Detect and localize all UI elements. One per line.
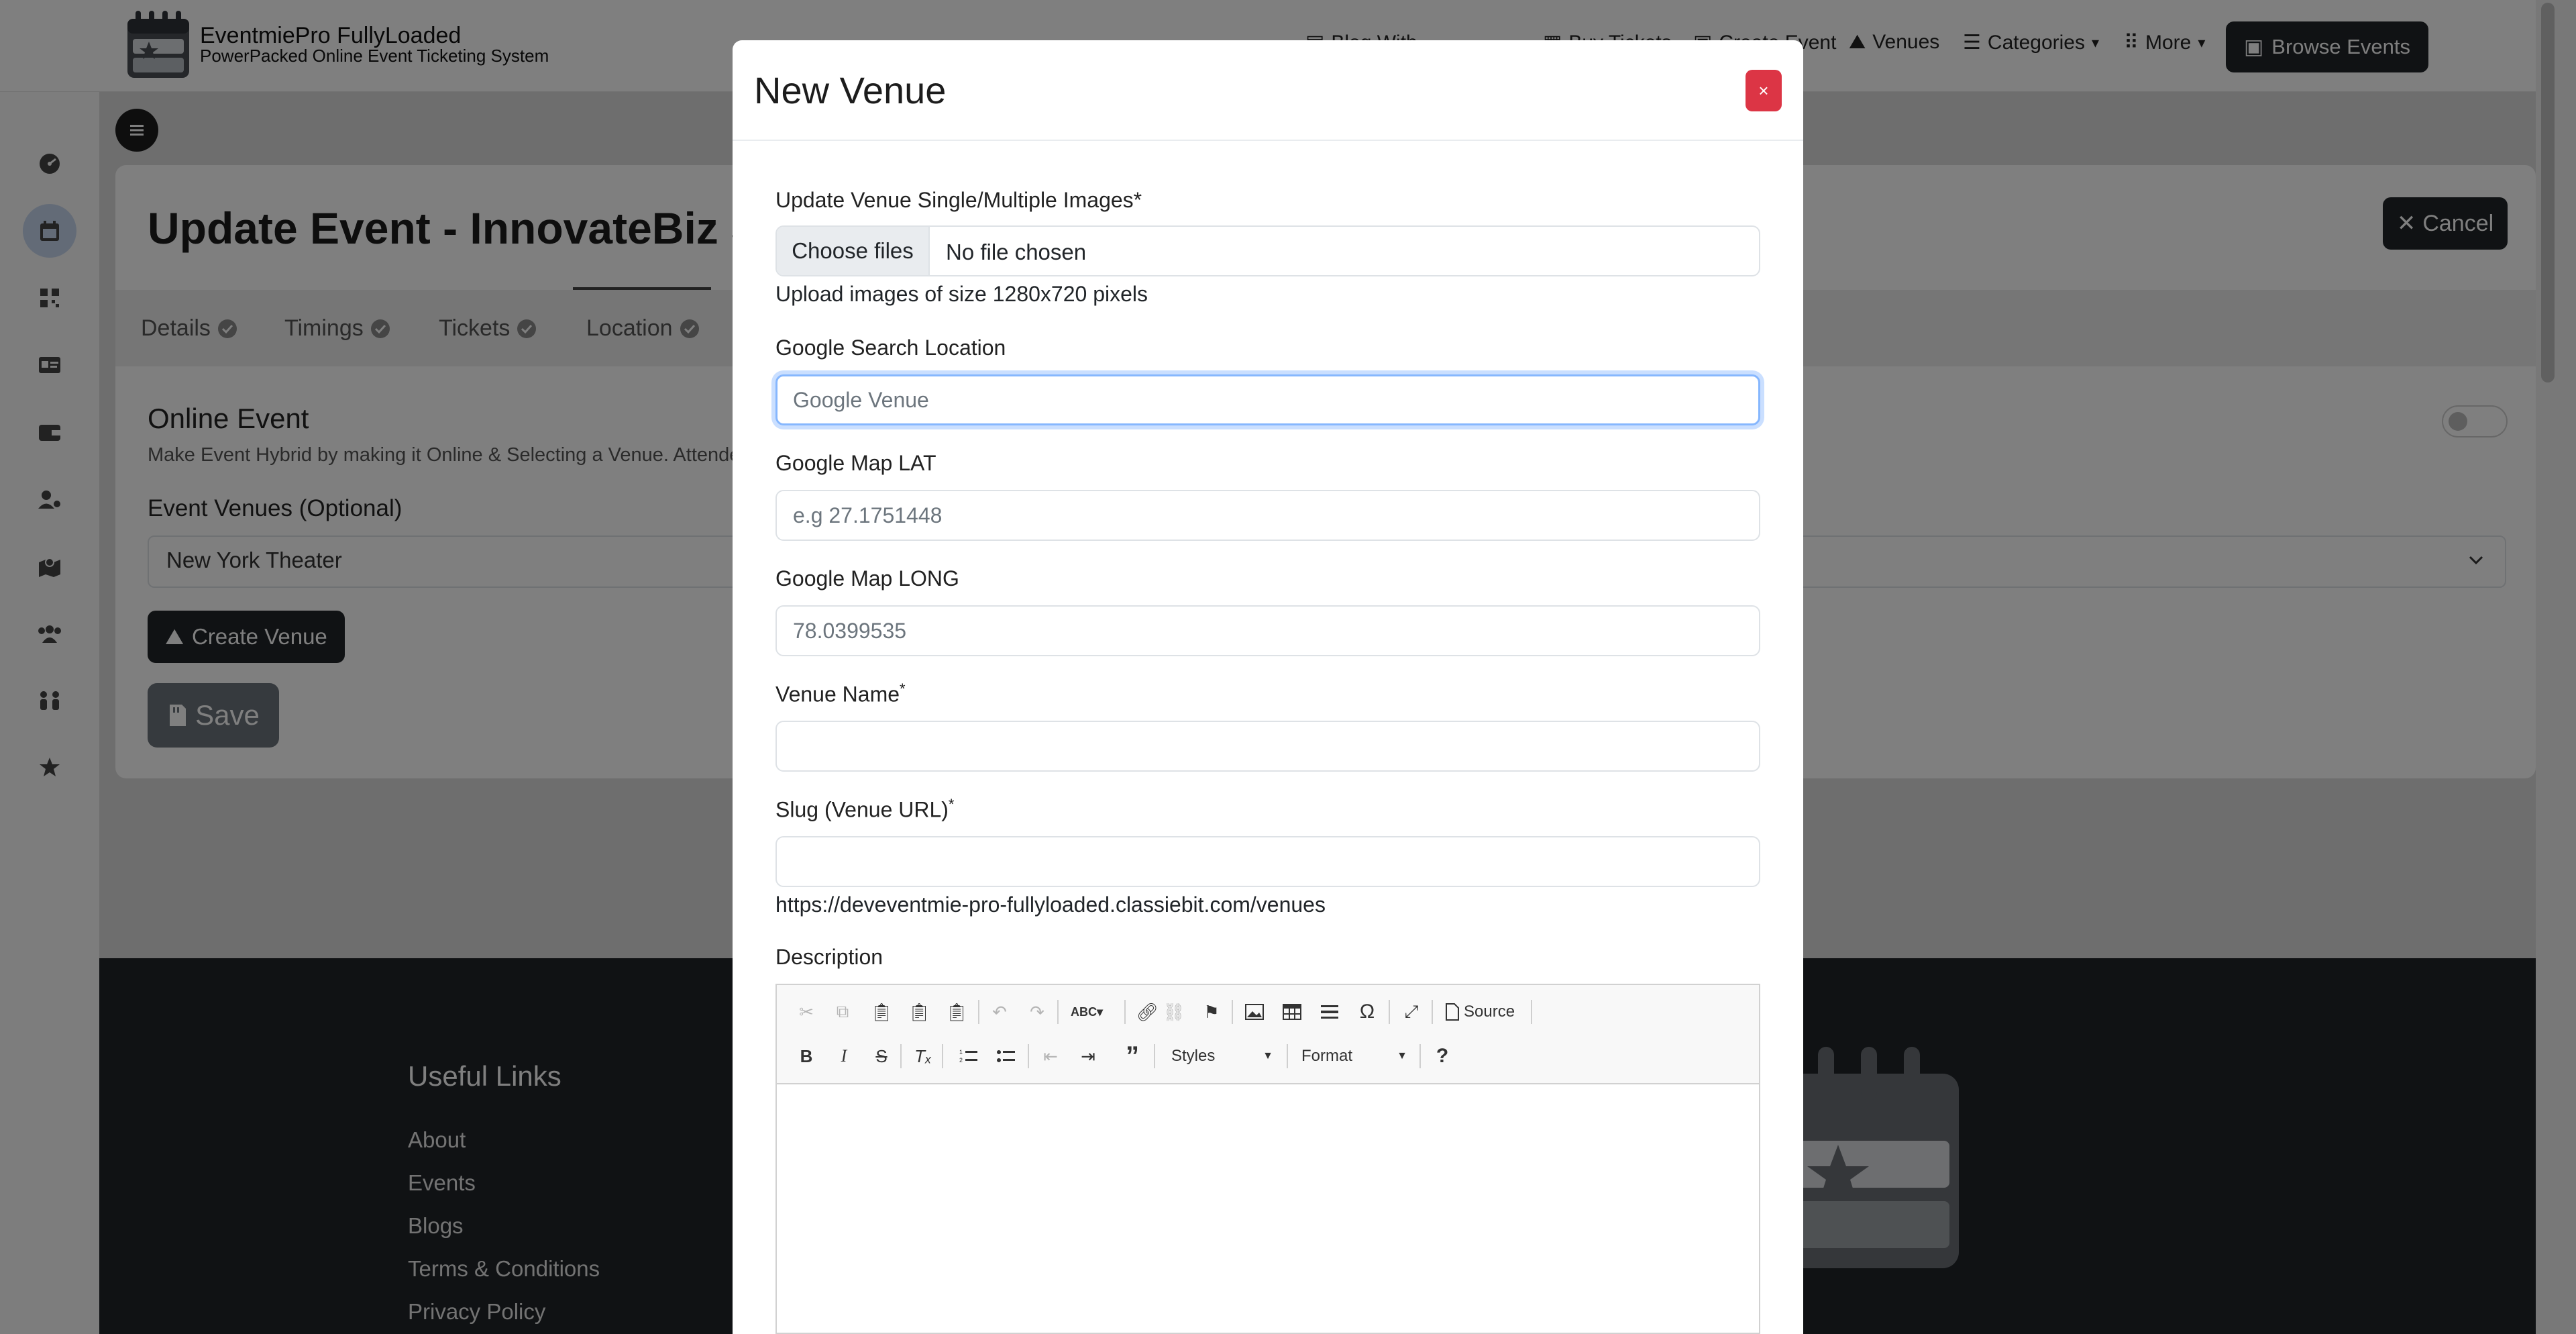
toolbar-separator [942,1044,943,1068]
numbered-list-icon[interactable]: 12 [955,1043,982,1070]
svg-text:1: 1 [959,1049,963,1056]
format-dropdown[interactable]: Format ▼ [1299,1043,1410,1070]
table-icon[interactable] [1279,998,1305,1025]
google-search-label: Google Search Location [775,336,1006,360]
outdent-icon[interactable]: ⇤ [1037,1043,1064,1070]
indent-icon[interactable]: ⇥ [1075,1043,1102,1070]
image-icon[interactable] [1241,998,1268,1025]
choose-files-button[interactable]: Choose files [777,227,930,275]
special-char-icon[interactable]: Ω [1354,998,1381,1025]
lat-placeholder: e.g 27.1751448 [793,503,943,527]
redo-icon[interactable]: ↷ [1024,998,1051,1025]
copy-icon[interactable]: ⧉ [829,998,856,1025]
bulleted-list-icon[interactable] [993,1043,1020,1070]
caret-down-icon: ▼ [1397,1050,1407,1062]
strikethrough-icon[interactable]: S [868,1043,895,1070]
toolbar-separator [1057,1000,1059,1024]
toolbar-separator [900,1044,902,1068]
caret-down-icon: ▼ [1263,1050,1273,1062]
google-search-placeholder: Google Venue [793,388,929,412]
spellcheck-icon[interactable]: ABC ▾ [1067,998,1107,1025]
paste-icon[interactable]: 📋︎ [868,998,895,1025]
italic-icon[interactable]: I [830,1043,857,1070]
bold-icon[interactable]: B [793,1043,820,1070]
link-icon[interactable]: 🔗︎ [1134,998,1161,1025]
modal-title: New Venue [754,69,947,111]
blockquote-icon[interactable]: ” [1119,1041,1146,1071]
long-input[interactable] [775,605,1760,656]
long-label: Google Map LONG [775,566,959,591]
toolbar-separator [1124,1000,1126,1024]
paste-word-icon[interactable]: 📋︎ [943,998,970,1025]
svg-text:2: 2 [959,1057,963,1064]
venue-name-label: Venue Name* [775,680,906,707]
venue-name-input[interactable] [775,721,1760,772]
slug-url-help: https://deveventmie-pro-fullyloaded.clas… [775,892,1326,917]
document-icon [1446,1003,1459,1021]
images-help: Upload images of size 1280x720 pixels [775,282,1148,306]
cut-icon[interactable]: ✂ [793,998,820,1025]
description-label: Description [775,945,883,969]
required-mark: * [948,796,955,813]
toolbar-separator [1432,1000,1433,1024]
source-button[interactable]: Source [1445,1003,1515,1021]
help-icon[interactable]: ? [1429,1043,1456,1070]
toolbar-separator [1232,1000,1233,1024]
toolbar-separator [1154,1044,1155,1068]
undo-icon[interactable]: ↶ [986,998,1013,1025]
modal-close-button[interactable]: × [1746,70,1782,111]
remove-format-icon[interactable]: Tₓ [910,1043,936,1070]
toolbar-separator [978,1000,979,1024]
unlink-icon[interactable]: ⛓ [1161,998,1187,1025]
slug-label: Slug (Venue URL)* [775,796,955,822]
file-status: No file chosen [946,240,1087,264]
toolbar-separator [1028,1044,1029,1068]
maximize-icon[interactable]: ⤢ [1398,998,1425,1025]
long-placeholder: 78.0399535 [793,619,907,643]
lat-label: Google Map LAT [775,451,936,475]
anchor-flag-icon[interactable]: ⚑ [1198,998,1225,1025]
images-label: Update Venue Single/Multiple Images* [775,188,1142,212]
toolbar-separator [1531,1000,1532,1024]
paste-text-icon[interactable]: 📋︎ [906,998,932,1025]
toolbar-separator [1287,1044,1288,1068]
horizontal-line-icon[interactable] [1316,998,1343,1025]
toolbar-separator [1389,1000,1390,1024]
styles-dropdown[interactable]: Styles ▼ [1169,1043,1276,1070]
toolbar-separator [1419,1044,1421,1068]
required-mark: * [900,680,906,697]
slug-input[interactable] [775,836,1760,887]
